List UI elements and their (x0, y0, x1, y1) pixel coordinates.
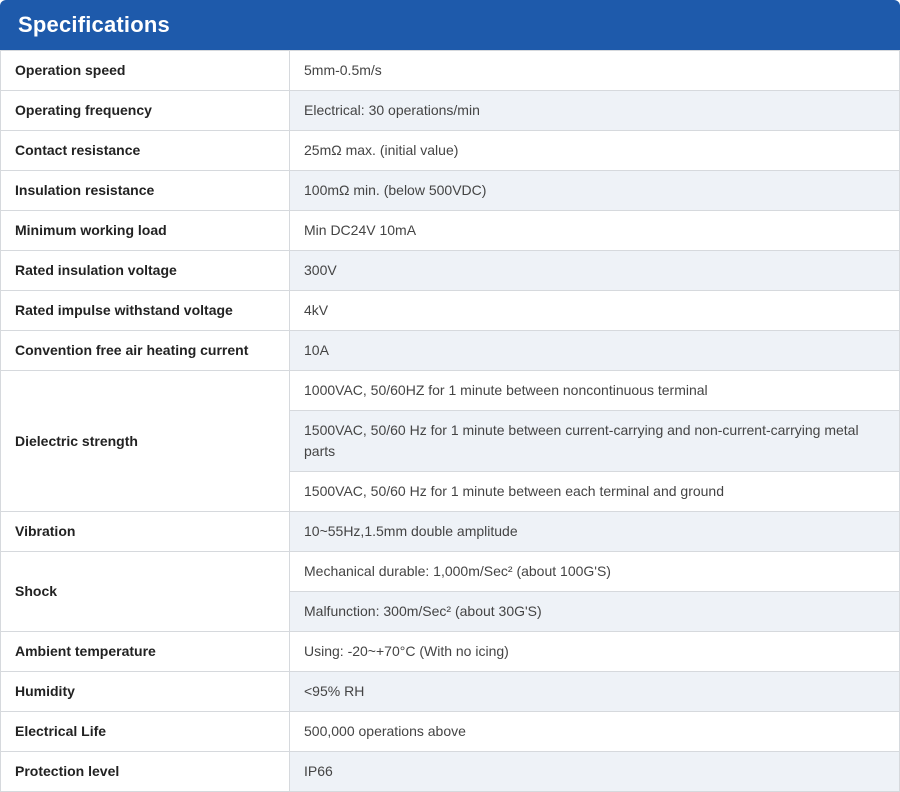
spec-value: 10~55Hz,1.5mm double amplitude (289, 511, 900, 552)
specifications-header: Specifications (0, 0, 900, 50)
spec-row-dielectric-strength: Dielectric strength 1000VAC, 50/60HZ for… (0, 370, 900, 512)
spec-row-contact-resistance: Contact resistance 25mΩ max. (initial va… (0, 130, 900, 171)
spec-row-convention-free-air-heating-current: Convention free air heating current 10A (0, 330, 900, 371)
spec-label: Contact resistance (0, 130, 290, 171)
spec-value: 100mΩ min. (below 500VDC) (289, 170, 900, 211)
specifications-panel: Specifications Operation speed 5mm-0.5m/… (0, 0, 900, 792)
spec-row-operating-frequency: Operating frequency Electrical: 30 opera… (0, 90, 900, 131)
spec-row-shock: Shock Mechanical durable: 1,000m/Sec² (a… (0, 551, 900, 632)
spec-label: Vibration (0, 511, 290, 552)
spec-label: Operating frequency (0, 90, 290, 131)
spec-label: Rated impulse withstand voltage (0, 290, 290, 331)
spec-value: Malfunction: 300m/Sec² (about 30G'S) (289, 591, 900, 632)
spec-label: Ambient temperature (0, 631, 290, 672)
spec-label: Minimum working load (0, 210, 290, 251)
spec-row-vibration: Vibration 10~55Hz,1.5mm double amplitude (0, 511, 900, 552)
spec-row-insulation-resistance: Insulation resistance 100mΩ min. (below … (0, 170, 900, 211)
spec-value: 1000VAC, 50/60HZ for 1 minute between no… (289, 370, 900, 411)
spec-value: Using: -20~+70°C (With no icing) (289, 631, 900, 672)
spec-label: Convention free air heating current (0, 330, 290, 371)
spec-row-rated-impulse-withstand-voltage: Rated impulse withstand voltage 4kV (0, 290, 900, 331)
spec-row-humidity: Humidity <95% RH (0, 671, 900, 712)
spec-value: 500,000 operations above (289, 711, 900, 752)
spec-label: Insulation resistance (0, 170, 290, 211)
spec-value: 5mm-0.5m/s (289, 50, 900, 91)
spec-value: 1500VAC, 50/60 Hz for 1 minute between e… (289, 471, 900, 512)
spec-value: <95% RH (289, 671, 900, 712)
spec-value: 1500VAC, 50/60 Hz for 1 minute between c… (289, 410, 900, 472)
spec-value: IP66 (289, 751, 900, 792)
spec-row-protection-level: Protection level IP66 (0, 751, 900, 792)
spec-label: Humidity (0, 671, 290, 712)
spec-row-minimum-working-load: Minimum working load Min DC24V 10mA (0, 210, 900, 251)
spec-label: Electrical Life (0, 711, 290, 752)
section-title: Specifications (18, 12, 170, 37)
spec-value: 10A (289, 330, 900, 371)
spec-value: 4kV (289, 290, 900, 331)
spec-label: Rated insulation voltage (0, 250, 290, 291)
spec-value: 300V (289, 250, 900, 291)
spec-value: Electrical: 30 operations/min (289, 90, 900, 131)
spec-label: Shock (0, 551, 290, 632)
spec-row-ambient-temperature: Ambient temperature Using: -20~+70°C (Wi… (0, 631, 900, 672)
spec-value: Mechanical durable: 1,000m/Sec² (about 1… (289, 551, 900, 592)
spec-row-electrical-life: Electrical Life 500,000 operations above (0, 711, 900, 752)
spec-label: Protection level (0, 751, 290, 792)
spec-row-rated-insulation-voltage: Rated insulation voltage 300V (0, 250, 900, 291)
spec-row-operation-speed: Operation speed 5mm-0.5m/s (0, 50, 900, 91)
spec-label: Operation speed (0, 50, 290, 91)
spec-value: 25mΩ max. (initial value) (289, 130, 900, 171)
specifications-table: Operation speed 5mm-0.5m/s Operating fre… (0, 50, 900, 792)
spec-value: Min DC24V 10mA (289, 210, 900, 251)
spec-label: Dielectric strength (0, 370, 290, 512)
